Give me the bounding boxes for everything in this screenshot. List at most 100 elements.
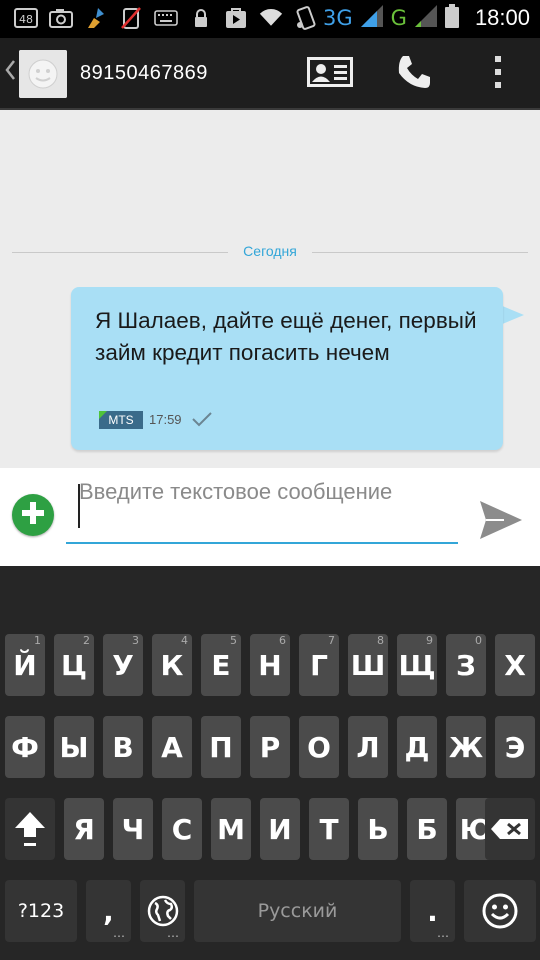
message-time: 17:59 bbox=[149, 412, 182, 427]
key-label: Ф bbox=[11, 730, 39, 764]
key-ж[interactable]: Ж bbox=[446, 716, 486, 778]
keyboard: Й1Ц2У3К4Е5Н6Г7Ш8Щ9З0 Х ФЫВАПРОЛДЖЭ ЯЧСМИТ… bbox=[0, 566, 540, 960]
key-т[interactable]: Т bbox=[309, 798, 349, 860]
status-bar: 48 3G G 18:00 bbox=[0, 0, 540, 38]
chevron-left-icon[interactable] bbox=[4, 58, 16, 88]
attach-button[interactable] bbox=[12, 494, 54, 536]
message-text: Я Шалаев, дайте ещё денег, первый займ к… bbox=[95, 308, 477, 365]
key-я[interactable]: Я bbox=[64, 798, 104, 860]
key-и[interactable]: И bbox=[260, 798, 300, 860]
key-з[interactable]: З0 bbox=[446, 634, 486, 696]
key-к[interactable]: К4 bbox=[152, 634, 192, 696]
key-б[interactable]: Б bbox=[407, 798, 447, 860]
key-е[interactable]: Е5 bbox=[201, 634, 241, 696]
contact-number[interactable]: 89150467869 bbox=[80, 62, 208, 85]
send-button[interactable] bbox=[476, 500, 526, 544]
key-р[interactable]: Р bbox=[250, 716, 290, 778]
key-label: О bbox=[307, 730, 331, 764]
symbols-key[interactable]: ?123 bbox=[5, 880, 77, 942]
key-а[interactable]: А bbox=[152, 716, 192, 778]
key-в[interactable]: В bbox=[103, 716, 143, 778]
network-g-label: G bbox=[390, 6, 407, 30]
key-label: Ы bbox=[59, 730, 89, 764]
phone-rotate-icon bbox=[294, 6, 318, 30]
key-щ[interactable]: Щ9 bbox=[397, 634, 437, 696]
key-ц[interactable]: Ц2 bbox=[54, 634, 94, 696]
signal-icon bbox=[414, 5, 437, 31]
key-label: С bbox=[171, 812, 193, 846]
phone-icon bbox=[395, 53, 433, 95]
key-label: М bbox=[217, 812, 245, 846]
shift-key[interactable] bbox=[5, 798, 55, 860]
cleaner-icon bbox=[84, 6, 108, 30]
shift-icon bbox=[5, 798, 55, 860]
period-key[interactable]: . … bbox=[410, 880, 455, 942]
key-э[interactable]: Э bbox=[495, 716, 535, 778]
bubble-tail bbox=[500, 305, 524, 325]
key-label: А bbox=[161, 730, 183, 764]
message-input-placeholder: Введите текстовое сообщение bbox=[79, 479, 393, 504]
key-у[interactable]: У3 bbox=[103, 634, 143, 696]
svg-text:48: 48 bbox=[19, 13, 33, 26]
key-о[interactable]: О bbox=[299, 716, 339, 778]
comma-key[interactable]: , … bbox=[86, 880, 131, 942]
call-button[interactable] bbox=[390, 54, 438, 94]
key-hint: 0 bbox=[475, 634, 482, 647]
key-hint: 5 bbox=[230, 634, 237, 647]
key-й[interactable]: Й1 bbox=[5, 634, 45, 696]
backspace-icon bbox=[485, 798, 535, 860]
key-label: П bbox=[209, 730, 233, 764]
play-store-icon bbox=[224, 6, 248, 30]
action-bar: 89150467869 bbox=[0, 38, 540, 110]
key-н[interactable]: Н6 bbox=[250, 634, 290, 696]
key-label: Ч bbox=[121, 812, 145, 846]
space-key[interactable]: Русский bbox=[194, 880, 401, 942]
key-label: Ж bbox=[448, 730, 484, 764]
contact-card-button[interactable] bbox=[306, 54, 354, 94]
key-м[interactable]: М bbox=[211, 798, 251, 860]
date-separator: Сегодня bbox=[12, 242, 528, 262]
key-г[interactable]: Г7 bbox=[299, 634, 339, 696]
message-bubble[interactable]: Я Шалаев, дайте ещё денег, первый займ к… bbox=[71, 287, 503, 450]
key-label: Х bbox=[504, 648, 526, 682]
key-hint: 3 bbox=[132, 634, 139, 647]
key-hint: 9 bbox=[426, 634, 433, 647]
key-hint: 8 bbox=[377, 634, 384, 647]
key-hint: 4 bbox=[181, 634, 188, 647]
key-х[interactable]: Х bbox=[495, 634, 535, 696]
battery-icon bbox=[444, 4, 459, 32]
key-label: В bbox=[112, 730, 134, 764]
key-ь[interactable]: Ь bbox=[358, 798, 398, 860]
date-label: Сегодня bbox=[243, 243, 297, 259]
backspace-key[interactable] bbox=[485, 798, 535, 860]
key-ы[interactable]: Ы bbox=[54, 716, 94, 778]
key-label: Р bbox=[259, 730, 281, 764]
smiley-icon bbox=[464, 880, 536, 942]
no-sim-icon bbox=[119, 6, 143, 30]
avatar[interactable] bbox=[19, 50, 67, 98]
sim-card-icon: 48 bbox=[14, 6, 38, 30]
message-input[interactable]: Введите текстовое сообщение bbox=[66, 474, 458, 544]
key-ч[interactable]: Ч bbox=[113, 798, 153, 860]
contact-card-icon bbox=[307, 57, 353, 91]
key-с[interactable]: С bbox=[162, 798, 202, 860]
add-icon bbox=[20, 500, 46, 530]
key-label: И bbox=[268, 812, 292, 846]
key-label: Б bbox=[416, 812, 438, 846]
key-label: Я bbox=[73, 812, 95, 846]
sent-check-icon bbox=[191, 411, 213, 431]
conversation-area[interactable]: Сегодня Я Шалаев, дайте ещё денег, первы… bbox=[0, 110, 540, 468]
compose-bar: Введите текстовое сообщение bbox=[0, 468, 540, 566]
key-ш[interactable]: Ш8 bbox=[348, 634, 388, 696]
key-ф[interactable]: Ф bbox=[5, 716, 45, 778]
camera-icon bbox=[49, 6, 73, 30]
overflow-menu-button[interactable] bbox=[474, 54, 522, 94]
keyboard-icon bbox=[154, 6, 178, 30]
key-л[interactable]: Л bbox=[348, 716, 388, 778]
network-3g-label: 3G bbox=[323, 6, 353, 30]
key-п[interactable]: П bbox=[201, 716, 241, 778]
language-key[interactable]: … bbox=[140, 880, 185, 942]
key-д[interactable]: Д bbox=[397, 716, 437, 778]
emoji-key[interactable] bbox=[464, 880, 536, 942]
overflow-menu-icon bbox=[493, 55, 503, 93]
